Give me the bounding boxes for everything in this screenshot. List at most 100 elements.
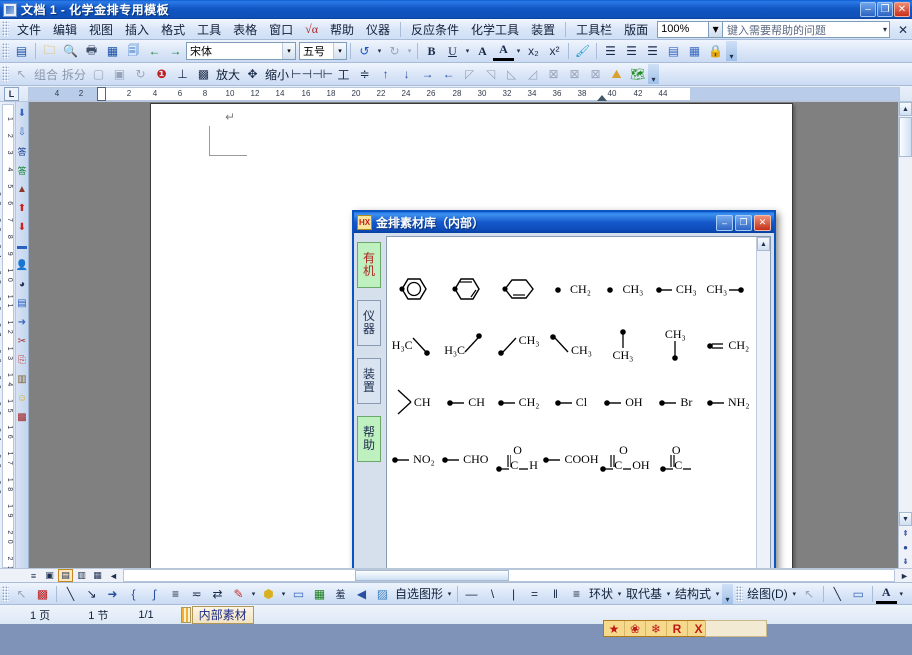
menu-view[interactable]: 视图 bbox=[83, 19, 119, 40]
normal-view-button[interactable]: ≡ bbox=[26, 569, 41, 582]
pencil-dropdown-icon[interactable]: ▾ bbox=[249, 584, 258, 604]
web-layout-view-button[interactable]: ▣ bbox=[42, 569, 57, 582]
underline-button[interactable]: U bbox=[442, 41, 463, 61]
ring-dropdown-icon[interactable]: ▾ bbox=[615, 584, 624, 604]
shape-triple-icon[interactable]: ≡ bbox=[566, 584, 587, 604]
move-down-icon[interactable]: ↓ bbox=[396, 64, 417, 84]
pointer-2-icon[interactable]: ↖ bbox=[799, 584, 820, 604]
structure-bond-ch2[interactable]: CH₂ bbox=[492, 374, 544, 430]
align-right-icon[interactable]: ☰ bbox=[642, 41, 663, 61]
dialog-title-bar[interactable]: HX 金排素材库（内部） – ❐ ✕ bbox=[354, 212, 774, 233]
document-horizontal-scrollbar[interactable]: ≡ ▣ ▤ ▥ ▦ ◄ ► bbox=[0, 568, 912, 582]
scroll-up-button[interactable]: ▲ bbox=[899, 102, 912, 116]
quick-symbol-palette[interactable]: ★ ❀ ❄ R X bbox=[603, 620, 710, 637]
rotate-icon[interactable]: ❶ bbox=[151, 64, 172, 84]
brace-icon[interactable]: { bbox=[123, 584, 144, 604]
dashed-lines-icon[interactable]: ≂ bbox=[186, 584, 207, 604]
r-key-icon[interactable]: R bbox=[667, 621, 688, 636]
resize-a-icon[interactable]: ⊠ bbox=[543, 64, 564, 84]
menu-chemistry-tools[interactable]: 化学工具 bbox=[465, 19, 525, 40]
taskbar-item-internal-material[interactable]: 内部素材 bbox=[180, 605, 254, 624]
browse-next-page-icon[interactable]: ⇟ bbox=[899, 554, 912, 568]
align-vertical-icon[interactable]: 工 bbox=[333, 64, 354, 84]
undo-dropdown-icon[interactable]: ▾ bbox=[375, 41, 384, 61]
line-icon[interactable]: ╲ bbox=[60, 584, 81, 604]
scissors-icon[interactable]: ✂ bbox=[16, 332, 28, 350]
paste-icon[interactable]: ▥ bbox=[16, 370, 28, 388]
dialog-maximize-button[interactable]: ❐ bbox=[735, 214, 752, 231]
pointer-icon[interactable]: ↖ bbox=[11, 64, 32, 84]
menu-toolbars[interactable]: 工具栏 bbox=[570, 19, 618, 40]
structure-dropdown-icon[interactable]: ▾ bbox=[713, 584, 722, 604]
material-library-dialog[interactable]: HX 金排素材库（内部） – ❐ ✕ 有 机 仪 器 装 置 帮 助 CH₂ C… bbox=[352, 210, 776, 582]
shape-backslash-icon[interactable]: \ bbox=[482, 584, 503, 604]
menu-help[interactable]: 帮助 bbox=[324, 19, 360, 40]
group-button[interactable]: 组合 bbox=[32, 66, 60, 83]
resize-c-icon[interactable]: ⊠ bbox=[585, 64, 606, 84]
structure-carboxyl-structural[interactable]: O C OH bbox=[599, 431, 651, 487]
lock-icon[interactable]: 🔒 bbox=[705, 41, 726, 61]
help-search-input[interactable]: 键入需要帮助的问题 ▾ bbox=[722, 21, 890, 38]
structure-bond-carboxyl-cooh[interactable]: COOH bbox=[542, 431, 599, 487]
tab-stop-selector[interactable]: L bbox=[4, 86, 19, 101]
draw-dropdown-icon[interactable]: ▾ bbox=[790, 584, 799, 604]
save-icon[interactable]: ▦ bbox=[102, 41, 123, 61]
chevron-down-icon[interactable]: ▾ bbox=[709, 20, 724, 38]
font-color-icon[interactable]: A bbox=[493, 41, 514, 61]
menu-file[interactable]: 文件 bbox=[11, 19, 47, 40]
rotate-free-icon[interactable]: ↻ bbox=[130, 64, 151, 84]
structure-ch3-up-right[interactable]: CH₃ bbox=[492, 317, 544, 373]
arrow-icon[interactable]: ➜ bbox=[102, 584, 123, 604]
undo-icon[interactable]: ↺ bbox=[354, 41, 375, 61]
ungroup-button[interactable]: 拆分 bbox=[60, 66, 88, 83]
superscript-icon[interactable]: x² bbox=[544, 41, 565, 61]
bold-button[interactable]: B bbox=[421, 41, 442, 61]
outline-view-button[interactable]: ▦ bbox=[90, 569, 105, 582]
indent-marker-left[interactable] bbox=[97, 87, 106, 101]
dialog-tab-instrument[interactable]: 仪 器 bbox=[357, 300, 381, 346]
anchor-icon[interactable]: ⊥ bbox=[172, 64, 193, 84]
font-size-combo[interactable]: 五号 ▾ bbox=[299, 42, 347, 60]
scroll-left-button[interactable]: ◄ bbox=[106, 569, 121, 582]
edit-note-icon[interactable]: ▤ bbox=[663, 41, 684, 61]
dialog-vertical-scrollbar[interactable]: ▲ ▼ bbox=[756, 237, 770, 582]
structure-bond-nitro[interactable]: NO₂ bbox=[387, 431, 439, 487]
flip-b-icon[interactable]: ◹ bbox=[480, 64, 501, 84]
move-left-icon[interactable]: ← bbox=[438, 64, 459, 84]
structure-bond-chlorine[interactable]: Cl bbox=[544, 374, 596, 430]
book-icon[interactable]: ▩ bbox=[16, 408, 28, 426]
structure-bond-hydroxyl[interactable]: OH bbox=[597, 374, 649, 430]
dialog-tab-apparatus[interactable]: 装 置 bbox=[357, 358, 381, 404]
map-icon[interactable]: 🗺 bbox=[627, 64, 648, 84]
minimize-button[interactable]: – bbox=[860, 2, 876, 17]
menu-close-icon[interactable]: ✕ bbox=[898, 23, 908, 37]
substituent-dropdown-icon[interactable]: ▾ bbox=[664, 584, 673, 604]
structure-ch3-vertical-up[interactable]: CH₃ bbox=[597, 317, 649, 373]
save-as-icon[interactable]: 🗐 bbox=[123, 41, 144, 61]
scroll-thumb[interactable] bbox=[899, 117, 912, 157]
menu-instrument[interactable]: 仪器 bbox=[360, 19, 396, 40]
ruler-strip[interactable]: 4 2 2 4 6 8 10 12 14 16 18 20 22 24 26 2… bbox=[28, 87, 900, 101]
dialog-tab-help[interactable]: 帮 助 bbox=[357, 416, 381, 462]
structure-h3c-up-right[interactable]: H₃C bbox=[439, 317, 491, 373]
scroll-down-button[interactable]: ▼ bbox=[899, 512, 912, 526]
shape-double-icon[interactable]: = bbox=[524, 584, 545, 604]
horizontal-scroll-track[interactable] bbox=[123, 569, 895, 582]
move-up-icon[interactable]: ↑ bbox=[375, 64, 396, 84]
shape-vertical-icon[interactable]: | bbox=[503, 584, 524, 604]
pencil-icon[interactable]: ✎ bbox=[228, 584, 249, 604]
answer-icon-1[interactable]: 答 bbox=[16, 142, 28, 160]
menu-apparatus[interactable]: 装置 bbox=[525, 19, 561, 40]
distribute-icon[interactable]: ≑ bbox=[354, 64, 375, 84]
menu-insert[interactable]: 插入 bbox=[119, 19, 155, 40]
document-vertical-scrollbar[interactable]: ▲ ▼ ⇞ ● ⇟ bbox=[898, 102, 912, 568]
bucket-fill-icon[interactable]: ⬢ bbox=[258, 584, 279, 604]
format-painter-icon[interactable]: 🖌 bbox=[572, 41, 593, 61]
pointer-icon[interactable]: ↖ bbox=[11, 584, 32, 604]
smiley-icon[interactable]: ☺ bbox=[16, 389, 28, 407]
toolbar-overflow-icon[interactable]: ▾ bbox=[726, 41, 737, 61]
restore-button[interactable]: ❐ bbox=[877, 2, 893, 17]
structure-methyl-ch3-bond-right[interactable]: CH₃ bbox=[702, 261, 754, 317]
open-folder-icon[interactable]: 🗀 bbox=[39, 41, 60, 61]
flip-a-icon[interactable]: ◸ bbox=[459, 64, 480, 84]
